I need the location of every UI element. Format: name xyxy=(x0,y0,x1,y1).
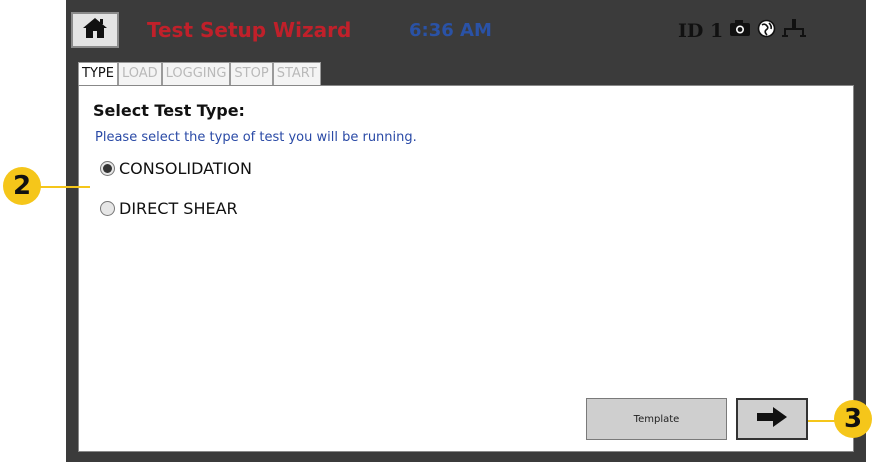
tab-stop[interactable]: STOP xyxy=(230,62,273,85)
option-consolidation[interactable]: CONSOLIDATION xyxy=(100,159,252,178)
home-button[interactable] xyxy=(71,12,119,48)
next-button[interactable] xyxy=(736,398,808,440)
home-icon xyxy=(82,17,108,43)
clock: 6:36 AM xyxy=(409,20,492,41)
arrow-right-icon xyxy=(756,406,788,432)
option-label: DIRECT SHEAR xyxy=(119,199,238,218)
globe-icon[interactable] xyxy=(757,19,776,43)
device-frame: Test Setup Wizard 6:36 AM ID 1 TYPE LOAD… xyxy=(66,0,866,462)
camera-icon[interactable] xyxy=(729,19,751,42)
device-id: ID 1 xyxy=(678,19,724,42)
template-button[interactable]: Template xyxy=(586,398,727,440)
tab-start[interactable]: START xyxy=(272,62,321,85)
instruction-text: Please select the type of test you will … xyxy=(95,130,417,145)
callout-line-2 xyxy=(40,186,90,188)
title-bar: Test Setup Wizard 6:36 AM ID 1 xyxy=(66,0,866,62)
wizard-tabs: TYPE LOAD LOGGING STOP START xyxy=(78,62,321,87)
status-area: ID 1 xyxy=(678,18,807,43)
tab-type[interactable]: TYPE xyxy=(78,62,118,87)
radio-button[interactable] xyxy=(100,201,115,216)
tab-load[interactable]: LOAD xyxy=(117,62,162,85)
option-label: CONSOLIDATION xyxy=(119,159,252,178)
section-heading: Select Test Type: xyxy=(93,101,245,120)
callout-badge-2: 2 xyxy=(3,167,41,205)
callout-badge-3: 3 xyxy=(834,400,872,438)
tab-logging[interactable]: LOGGING xyxy=(161,62,231,85)
network-icon[interactable] xyxy=(782,18,807,43)
radio-button-selected[interactable] xyxy=(100,161,115,176)
option-direct-shear[interactable]: DIRECT SHEAR xyxy=(100,199,238,218)
window-title: Test Setup Wizard xyxy=(147,18,352,42)
